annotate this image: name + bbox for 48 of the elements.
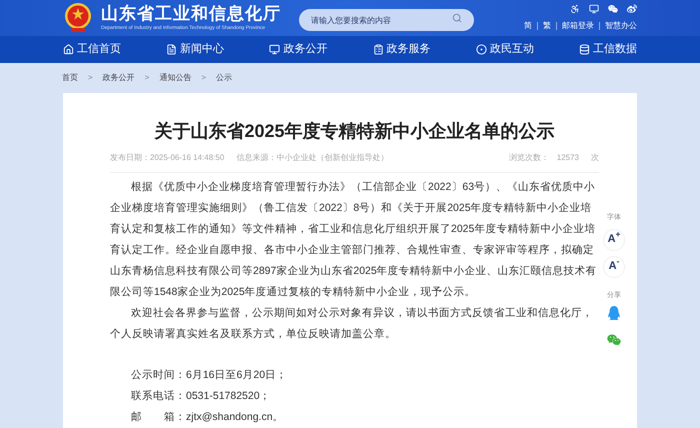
view-count: 12573 [556,152,579,164]
breadcrumb-link[interactable]: 公示 [216,72,232,84]
nav-item[interactable]: 政务服务 [372,41,431,58]
penguin-icon[interactable] [607,306,621,320]
chat-icon[interactable] [608,4,618,14]
chat-icon[interactable] [607,333,621,347]
breadcrumb-link[interactable]: 首页 [62,72,78,84]
date-label: 发布日期： [110,152,150,164]
weibo-icon[interactable] [627,4,637,14]
search-icon[interactable] [452,12,462,23]
article-title: 关于山东省2025年度专精特新中小企业名单的公示 [153,120,556,143]
breadcrumb-separator: > [88,72,93,84]
font-size-button[interactable]: A$^{-}$ [603,256,625,278]
publish-date: 2025-06-16 14:48:50 [150,152,224,164]
font-size-button[interactable]: A$^{+}$ [603,228,625,250]
source-label: 信息来源： [236,152,276,164]
article-paragraph: 欢迎社会各界参与监督，公示期间如对公示对象有异议，请以书面方式反馈省工业和信息化厅，个人反映请署真实姓名及联系方式，单位反映请加盖公章。 [110,306,594,342]
monitor-icon[interactable] [589,4,599,14]
emblem-icon [63,2,93,34]
database-icon [578,44,590,56]
article-paragraph: 根据《优质中小企业梯度培育管理暂行办法》（工信部企业〔2022〕63号）、《山东省优质中小企业梯度培育管理实施细则》（鲁工信发〔2022〕8号）和《关于开展2025年度专精特新中小企业培育认定和复核工作的通知》等文件精神，省工业和信息化厅组织开展了2025年度专精特新中小企业培育认定工作。经企业自愿申报、各市中小企业主管部门推荐、合规性审查、专家评审等程序，拟确定山东青杨信息科技有限公司等2897家企业为山东省2025年度专精特新中小企业、山东汇颐信息技术有限公司等1548家企业为2025年度通过复核的专精特新中小企业，现予公示。 [110,180,598,300]
search-field[interactable]: 请输入您要搜索的内容 [299,9,474,32]
accessibility-icon[interactable] [570,4,580,14]
top-link[interactable]: 繁 [543,20,551,32]
breadcrumb-link[interactable]: 通知公告 [159,72,192,84]
contact-line: 邮 箱：zjtx@shandong.cn。 [131,410,285,425]
breadcrumb-separator: > [144,72,150,84]
contact-line: 公示时间：6月16日至6月20日； [131,368,288,383]
top-link[interactable]: 简 [524,20,532,32]
monitor-icon [269,44,280,56]
nav-item[interactable]: 工信数据 [578,41,637,58]
top-link[interactable]: 邮箱登录 [562,20,594,32]
breadcrumb-separator: > [201,72,206,84]
breadcrumb-link[interactable]: 政务公开 [102,72,135,84]
source: 中小企业处（创新创业指导处） [276,152,388,164]
document-icon [166,44,178,56]
nav-item[interactable]: 新闻中心 [166,41,224,58]
top-link[interactable]: 智慧办公 [605,20,637,32]
circle-icon [476,44,487,56]
home-icon [63,44,74,56]
clipboard-icon [372,44,384,56]
site-title: 山东省工业和信息化厅 [101,3,281,25]
views-unit: 次 [591,152,599,164]
nav-item[interactable]: 工信首页 [63,41,121,58]
nav-item[interactable]: 政民互动 [476,41,534,58]
nav-item[interactable]: 政务公开 [269,41,328,58]
views-label: 浏览次数： [508,152,549,164]
contact-line: 联系电话：0531-51782520； [131,389,272,404]
